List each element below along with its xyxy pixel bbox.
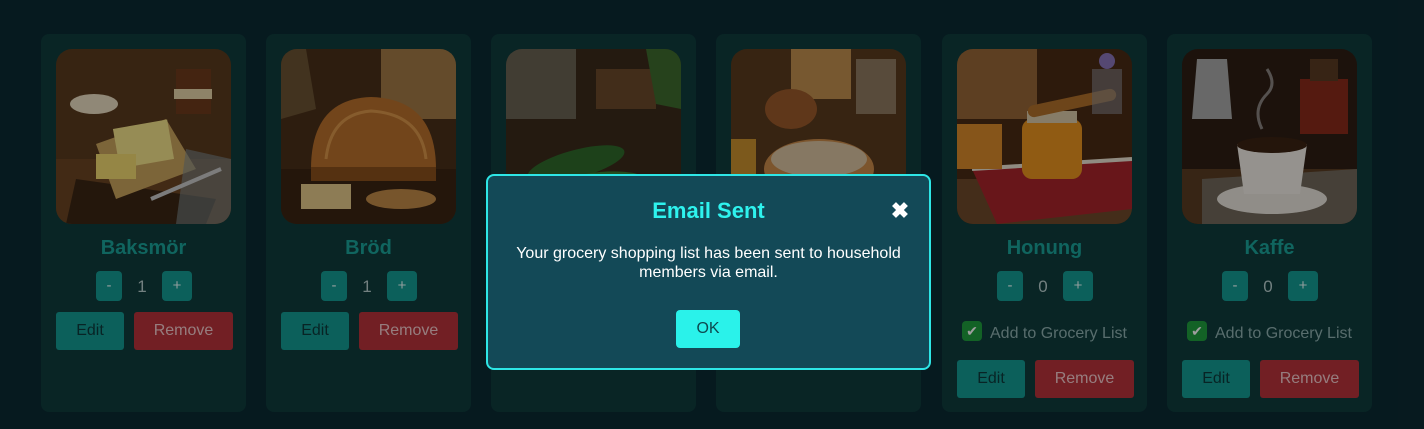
dialog-title: Email Sent xyxy=(652,198,765,223)
close-icon[interactable]: ✖ xyxy=(889,200,911,222)
email-sent-dialog: Email Sent ✖ Your grocery shopping list … xyxy=(486,174,931,370)
ok-button[interactable]: OK xyxy=(676,310,740,348)
dialog-message: Your grocery shopping list has been sent… xyxy=(516,245,901,281)
